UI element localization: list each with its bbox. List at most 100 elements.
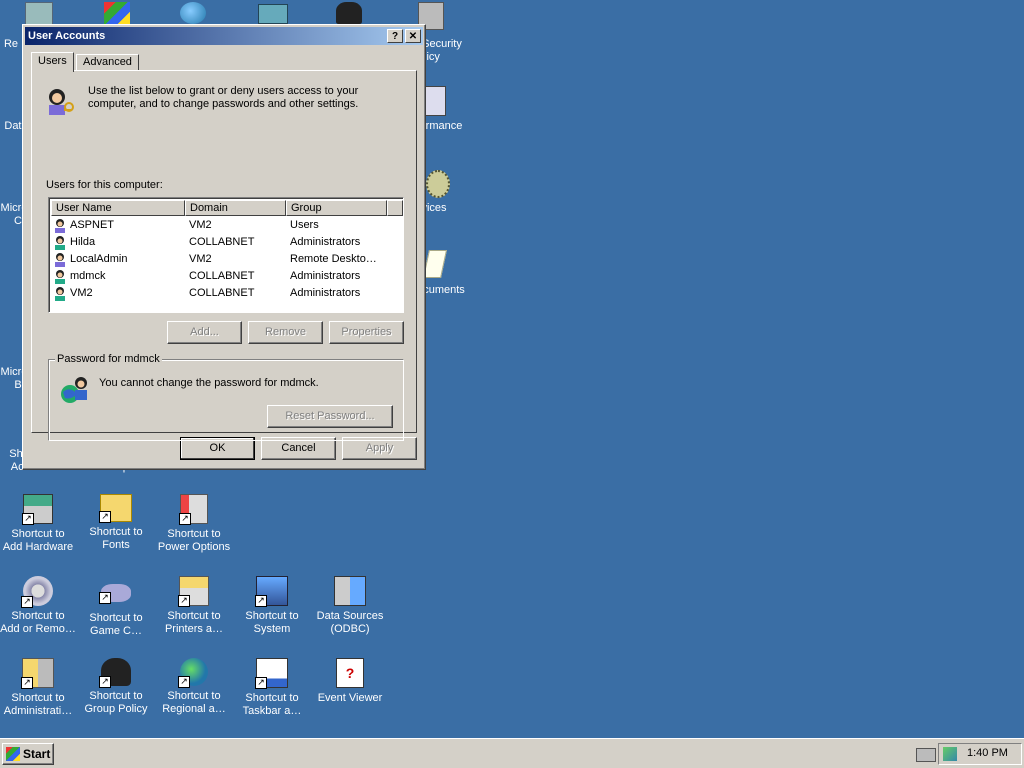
group-policy-icon: ↗ (99, 658, 131, 688)
cell-domain: COLLABNET (189, 287, 255, 299)
desktop-shortcut-taskbar-settings[interactable]: ↗ Shortcut to Taskbar a… (232, 658, 312, 718)
network-connections-icon[interactable] (258, 4, 288, 24)
intro-line: Use the list below to grant or deny user… (88, 85, 359, 97)
desktop-shortcut-add-hardware[interactable]: ↗ Shortcut to Add Hardware (0, 494, 78, 554)
shortcut-arrow-icon: ↗ (99, 592, 111, 604)
services-gear-icon[interactable] (426, 170, 450, 198)
performance-icon[interactable] (424, 86, 446, 116)
desktop-shortcut-fonts[interactable]: ↗ Shortcut to Fonts (76, 494, 156, 552)
desktop-icon-label: Power Options (157, 541, 231, 553)
dialog-title: User Accounts (28, 30, 106, 42)
shortcut-arrow-icon: ↗ (255, 677, 267, 689)
shortcut-arrow-icon: ↗ (99, 511, 111, 523)
system-tray: 1:40 PM (938, 743, 1022, 765)
user-icon (53, 218, 67, 233)
clock[interactable]: 1:40 PM (967, 747, 1008, 759)
column-header-group[interactable]: Group (286, 200, 387, 216)
documents-icon[interactable] (423, 250, 447, 278)
tab-users[interactable]: Users (31, 52, 74, 72)
user-accounts-dialog: User Accounts ? ✕ Users Advanced Use the… (22, 24, 426, 470)
desktop-shortcut-power-options[interactable]: ↗ Shortcut to Power Options (154, 494, 234, 554)
desktop-shortcut-printers[interactable]: ↗ Shortcut to Printers a… (154, 576, 234, 636)
dialog-titlebar[interactable]: User Accounts ? ✕ (25, 27, 423, 45)
table-row[interactable]: VM2 COLLABNET Administrators (53, 285, 393, 302)
regional-settings-icon: ↗ (178, 658, 208, 688)
network-tray-icon[interactable] (943, 747, 957, 761)
desktop-icon-label: Taskbar a… (242, 705, 302, 717)
shortcut-arrow-icon: ↗ (21, 596, 33, 608)
desktop-icon-label: Add or Remo… (0, 623, 76, 635)
desktop-icon-label: Shortcut to (11, 528, 65, 540)
add-user-button[interactable]: Add... (167, 321, 242, 344)
network-globe-icon[interactable] (180, 2, 206, 24)
desktop-icon-label: Shortcut to (11, 610, 65, 622)
intro-line: computer, and to change passwords and ot… (88, 98, 359, 110)
desktop-icon-data-sources[interactable]: Data Sources (ODBC) (310, 576, 390, 636)
help-button[interactable]: ? (387, 29, 403, 43)
desktop-icon-label: Shortcut to (167, 528, 221, 540)
printers-icon: ↗ (178, 576, 209, 607)
column-header-filler (387, 200, 403, 216)
table-row[interactable]: mdmck COLLABNET Administrators (53, 268, 393, 285)
users-list[interactable]: User Name Domain Group ASPNET VM2 Users … (48, 197, 404, 313)
tab-advanced[interactable]: Advanced (76, 54, 139, 70)
cell-group: Administrators (290, 270, 361, 282)
desktop-shortcut-administrative-tools[interactable]: ↗ Shortcut to Administrati… (0, 658, 78, 718)
reset-password-button[interactable]: Reset Password... (267, 405, 393, 428)
password-globe-user-icon (59, 374, 91, 406)
password-groupbox: Password for mdmck You cannot change the… (48, 353, 404, 441)
desktop-icon-label: Shortcut to (11, 692, 65, 704)
table-row[interactable]: Hilda COLLABNET Administrators (53, 234, 393, 251)
power-options-icon: ↗ (179, 494, 208, 525)
user-icon (53, 269, 67, 284)
intro-text: Use the list below to grant or deny user… (88, 85, 388, 111)
desktop-shortcut-add-remove-programs[interactable]: ↗ Shortcut to Add or Remo… (0, 576, 78, 636)
data-sources-icon (334, 576, 366, 606)
password-group-title: Password for mdmck (55, 353, 162, 365)
table-row[interactable]: ASPNET VM2 Users (53, 217, 393, 234)
desktop-shortcut-group-policy[interactable]: ↗ Shortcut to Group Policy (76, 658, 156, 716)
user-icon (53, 235, 67, 250)
recycle-bin-icon[interactable] (25, 2, 53, 26)
desktop-icon-label: Event Viewer (317, 692, 383, 704)
desktop-icon-label: Shortcut to (167, 610, 221, 622)
start-button[interactable]: Start (2, 743, 54, 765)
user-icon (53, 252, 67, 267)
desktop-icon-label: Regional a… (162, 703, 226, 715)
taskbar-settings-icon: ↗ (255, 658, 288, 689)
windows-update-icon[interactable] (104, 2, 130, 24)
desktop-icon-label: Shortcut to (89, 690, 143, 702)
column-header-domain[interactable]: Domain (185, 200, 286, 216)
user-icon (53, 286, 67, 301)
desktop-shortcut-system[interactable]: ↗ Shortcut to System (232, 576, 312, 636)
cell-user-name: mdmck (70, 270, 106, 282)
cell-group: Administrators (290, 236, 361, 248)
cell-user-name: ASPNET (70, 219, 115, 231)
cell-domain: VM2 (189, 253, 212, 265)
keyboard-icon[interactable] (916, 748, 936, 762)
desktop-icon-label: Game C… (90, 625, 142, 637)
administrative-tools-icon: ↗ (21, 658, 54, 689)
desktop-icon-label: Add Hardware (2, 541, 74, 553)
desktop-icon-event-viewer[interactable]: ? Event Viewer (310, 658, 390, 705)
desktop-icon-label: System (253, 623, 291, 635)
desktop-icon-label: Shortcut to (245, 692, 299, 704)
properties-button[interactable]: Properties (329, 321, 404, 344)
shortcut-arrow-icon: ↗ (178, 595, 190, 607)
add-hardware-icon: ↗ (22, 494, 53, 525)
table-row[interactable]: LocalAdmin VM2 Remote Deskto… (53, 251, 393, 268)
remove-user-button[interactable]: Remove (248, 321, 323, 344)
shortcut-arrow-icon: ↗ (255, 595, 267, 607)
column-header-user-name[interactable]: User Name (51, 200, 185, 216)
desktop-icon-label: Shortcut to (245, 610, 299, 622)
desktop-icon-label: Administrati… (3, 705, 73, 717)
cell-domain: COLLABNET (189, 236, 255, 248)
users-icon[interactable] (336, 2, 362, 24)
cell-domain: VM2 (189, 219, 212, 231)
desktop-shortcut-regional-settings[interactable]: ↗ Shortcut to Regional a… (154, 658, 234, 716)
cell-group: Users (290, 219, 319, 231)
desktop-shortcut-game-controllers[interactable]: ↗ Shortcut to Game C… (76, 576, 156, 638)
close-button[interactable]: ✕ (405, 29, 421, 43)
desktop-icon-label: (ODBC) (330, 623, 370, 635)
users-list-label: Users for this computer: (46, 179, 163, 191)
